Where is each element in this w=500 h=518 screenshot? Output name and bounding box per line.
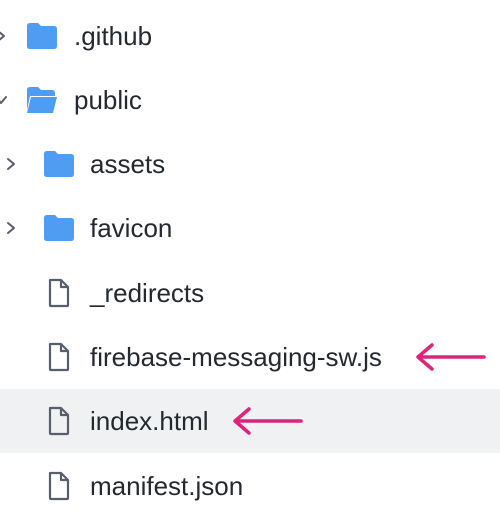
tree-item-redirects[interactable]: _redirects [0, 261, 500, 325]
tree-item-label: .github [74, 21, 153, 51]
chevron-right-icon[interactable] [4, 221, 18, 235]
tree-item-favicon[interactable]: favicon [0, 196, 500, 260]
file-tree: .github public assets favicon _redirects… [0, 0, 500, 501]
tree-item-label: assets [90, 149, 166, 179]
chevron-right-icon[interactable] [0, 29, 8, 43]
tree-item-public[interactable]: public [0, 68, 500, 132]
annotation-arrow-icon [231, 405, 303, 437]
tree-item-manifest-json[interactable]: manifest.json [0, 454, 500, 518]
tree-item-github[interactable]: .github [0, 4, 500, 68]
tree-item-label: favicon [90, 213, 173, 243]
tree-item-label: manifest.json [90, 471, 244, 501]
folder-icon [43, 214, 75, 242]
file-icon [47, 406, 71, 436]
tree-item-label: index.html [90, 406, 209, 436]
folder-icon [26, 22, 58, 50]
tree-item-label: firebase-messaging-sw.js [90, 342, 382, 372]
tree-item-assets[interactable]: assets [0, 132, 500, 196]
folder-open-icon [26, 86, 58, 114]
tree-item-index-html[interactable]: index.html [0, 389, 500, 453]
file-icon [47, 471, 71, 501]
tree-item-label: _redirects [90, 278, 205, 308]
file-icon [47, 278, 71, 308]
annotation-arrow-icon [414, 341, 486, 373]
chevron-right-icon[interactable] [4, 157, 18, 171]
folder-icon [43, 150, 75, 178]
tree-item-firebase-messaging-sw[interactable]: firebase-messaging-sw.js [0, 325, 500, 389]
chevron-down-icon[interactable] [0, 93, 8, 107]
file-icon [47, 342, 71, 372]
tree-item-label: public [74, 85, 142, 115]
